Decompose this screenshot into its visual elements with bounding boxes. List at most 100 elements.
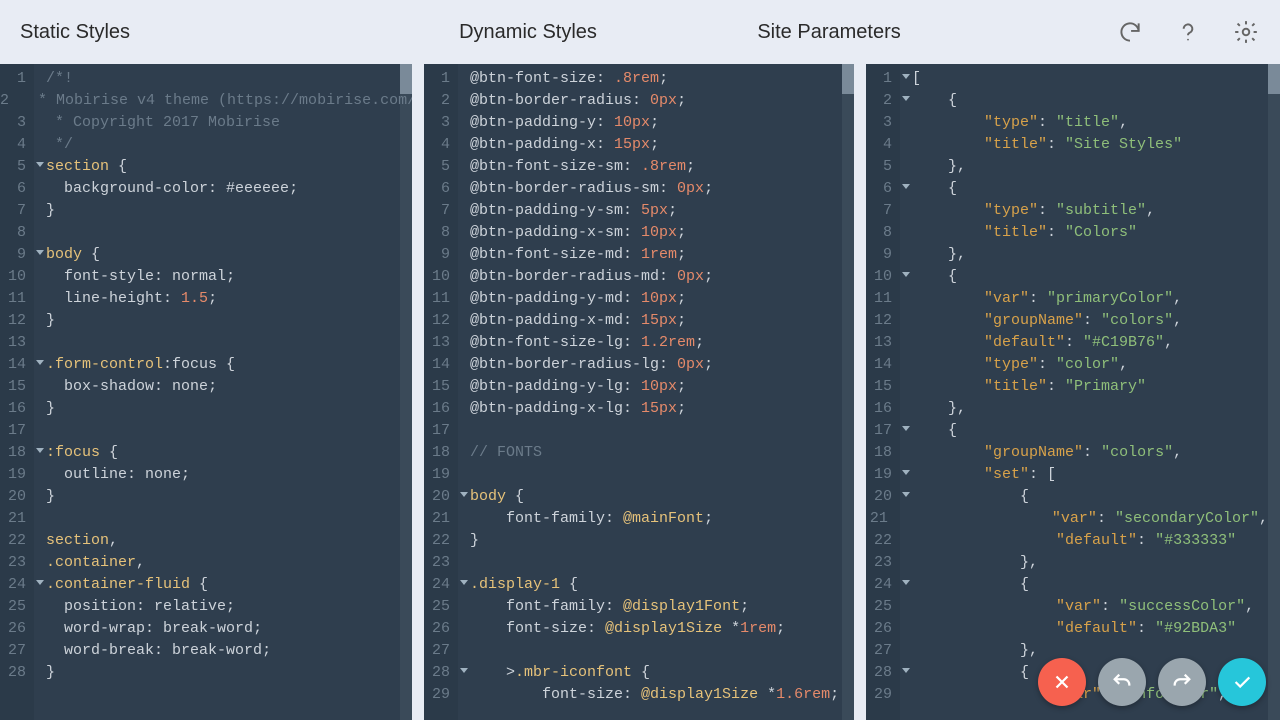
code-line[interactable]: 7} (0, 200, 400, 222)
code-line[interactable]: 22} (424, 530, 842, 552)
code-line[interactable]: 16} (0, 398, 400, 420)
code-line[interactable]: 3 "type": "title", (866, 112, 1268, 134)
code-line[interactable]: 19 outline: none; (0, 464, 400, 486)
code-line[interactable]: 26 word-wrap: break-word; (0, 618, 400, 640)
code-line[interactable]: 23 }, (866, 552, 1268, 574)
code-line[interactable]: 11 line-height: 1.5; (0, 288, 400, 310)
code-line[interactable]: 19 "set": [ (866, 464, 1268, 486)
pane-site-parameters[interactable]: 1[2 {3 "type": "title",4 "title": "Site … (866, 64, 1280, 720)
code-line[interactable]: 5 }, (866, 156, 1268, 178)
code-line[interactable]: 28} (0, 662, 400, 684)
code-line[interactable]: 15@btn-padding-y-lg: 10px; (424, 376, 842, 398)
code-line[interactable]: 4 */ (0, 134, 400, 156)
code-line[interactable]: 18 "groupName": "colors", (866, 442, 1268, 464)
code-line[interactable]: 22 "default": "#333333" (866, 530, 1268, 552)
code-line[interactable]: 14@btn-border-radius-lg: 0px; (424, 354, 842, 376)
scrollbar[interactable] (1268, 64, 1280, 720)
code-line[interactable]: 21 (0, 508, 400, 530)
code-line[interactable]: 14 "type": "color", (866, 354, 1268, 376)
code-line[interactable]: 12@btn-padding-x-md: 15px; (424, 310, 842, 332)
code-line[interactable]: 15 "title": "Primary" (866, 376, 1268, 398)
code-line[interactable]: 23 (424, 552, 842, 574)
code-line[interactable]: 21 "var": "secondaryColor", (866, 508, 1268, 530)
code-line[interactable]: 13 "default": "#C19B76", (866, 332, 1268, 354)
code-line[interactable]: 18:focus { (0, 442, 400, 464)
code-line[interactable]: 10 { (866, 266, 1268, 288)
code-line[interactable]: 17 { (866, 420, 1268, 442)
help-icon[interactable] (1174, 18, 1202, 46)
code-line[interactable]: 4 "title": "Site Styles" (866, 134, 1268, 156)
code-line[interactable]: 9@btn-font-size-md: 1rem; (424, 244, 842, 266)
code-line[interactable]: 5section { (0, 156, 400, 178)
code-line[interactable]: 9body { (0, 244, 400, 266)
code-line[interactable]: 11@btn-padding-y-md: 10px; (424, 288, 842, 310)
tab-site-parameters[interactable]: Site Parameters (697, 21, 1096, 44)
code-line[interactable]: 5@btn-font-size-sm: .8rem; (424, 156, 842, 178)
code-line[interactable]: 20body { (424, 486, 842, 508)
code-line[interactable]: 16 }, (866, 398, 1268, 420)
code-line[interactable]: 2 { (866, 90, 1268, 112)
redo-button[interactable] (1158, 658, 1206, 706)
code-line[interactable]: 28 >.mbr-iconfont { (424, 662, 842, 684)
code-line[interactable]: 13 (0, 332, 400, 354)
scrollbar[interactable] (842, 64, 854, 720)
code-line[interactable]: 24 { (866, 574, 1268, 596)
code-line[interactable]: 4@btn-padding-x: 15px; (424, 134, 842, 156)
pane-static-styles[interactable]: 1/*!2 * Mobirise v4 theme (https://mobir… (0, 64, 412, 720)
code-line[interactable]: 12} (0, 310, 400, 332)
scrollbar[interactable] (400, 64, 412, 720)
code-line[interactable]: 27 word-break: break-word; (0, 640, 400, 662)
code-line[interactable]: 8 (0, 222, 400, 244)
code-line[interactable]: 22section, (0, 530, 400, 552)
code-line[interactable]: 1/*! (0, 68, 400, 90)
code-line[interactable]: 11 "var": "primaryColor", (866, 288, 1268, 310)
code-line[interactable]: 6 { (866, 178, 1268, 200)
code-line[interactable]: 7@btn-padding-y-sm: 5px; (424, 200, 842, 222)
pane-dynamic-styles[interactable]: 1@btn-font-size: .8rem;2@btn-border-radi… (424, 64, 854, 720)
code-line[interactable]: 25 "var": "successColor", (866, 596, 1268, 618)
code-line[interactable]: 19 (424, 464, 842, 486)
gear-icon[interactable] (1232, 18, 1260, 46)
code-line[interactable]: 14.form-control:focus { (0, 354, 400, 376)
code-line[interactable]: 17 (424, 420, 842, 442)
undo-button[interactable] (1098, 658, 1146, 706)
code-line[interactable]: 25 font-family: @display1Font; (424, 596, 842, 618)
code-line[interactable]: 6@btn-border-radius-sm: 0px; (424, 178, 842, 200)
code-line[interactable]: 6 background-color: #eeeeee; (0, 178, 400, 200)
code-line[interactable]: 18// FONTS (424, 442, 842, 464)
code-line[interactable]: 24.display-1 { (424, 574, 842, 596)
code-line[interactable]: 17 (0, 420, 400, 442)
code-line[interactable]: 7 "type": "subtitle", (866, 200, 1268, 222)
cancel-button[interactable] (1038, 658, 1086, 706)
accept-button[interactable] (1218, 658, 1266, 706)
tab-static-styles[interactable]: Static Styles (20, 21, 359, 44)
tab-dynamic-styles[interactable]: Dynamic Styles (359, 21, 698, 44)
code-line[interactable]: 2 * Mobirise v4 theme (https://mobirise.… (0, 90, 400, 112)
code-line[interactable]: 29 font-size: @display1Size *1.6rem; (424, 684, 842, 706)
code-line[interactable]: 3 * Copyright 2017 Mobirise (0, 112, 400, 134)
code-line[interactable]: 26 font-size: @display1Size *1rem; (424, 618, 842, 640)
code-line[interactable]: 1[ (866, 68, 1268, 90)
code-line[interactable]: 24.container-fluid { (0, 574, 400, 596)
code-line[interactable]: 23.container, (0, 552, 400, 574)
code-line[interactable]: 8 "title": "Colors" (866, 222, 1268, 244)
code-line[interactable]: 25 position: relative; (0, 596, 400, 618)
code-line[interactable]: 16@btn-padding-x-lg: 15px; (424, 398, 842, 420)
code-line[interactable]: 15 box-shadow: none; (0, 376, 400, 398)
code-line[interactable]: 10 font-style: normal; (0, 266, 400, 288)
code-line[interactable]: 12 "groupName": "colors", (866, 310, 1268, 332)
code-line[interactable]: 10@btn-border-radius-md: 0px; (424, 266, 842, 288)
topbar: Static Styles Dynamic Styles Site Parame… (0, 0, 1280, 64)
code-line[interactable]: 9 }, (866, 244, 1268, 266)
code-line[interactable]: 21 font-family: @mainFont; (424, 508, 842, 530)
code-line[interactable]: 20 { (866, 486, 1268, 508)
code-line[interactable]: 26 "default": "#92BDA3" (866, 618, 1268, 640)
reload-icon[interactable] (1116, 18, 1144, 46)
code-line[interactable]: 27 (424, 640, 842, 662)
code-line[interactable]: 20} (0, 486, 400, 508)
code-line[interactable]: 1@btn-font-size: .8rem; (424, 68, 842, 90)
code-line[interactable]: 13@btn-font-size-lg: 1.2rem; (424, 332, 842, 354)
code-line[interactable]: 8@btn-padding-x-sm: 10px; (424, 222, 842, 244)
code-line[interactable]: 3@btn-padding-y: 10px; (424, 112, 842, 134)
code-line[interactable]: 2@btn-border-radius: 0px; (424, 90, 842, 112)
